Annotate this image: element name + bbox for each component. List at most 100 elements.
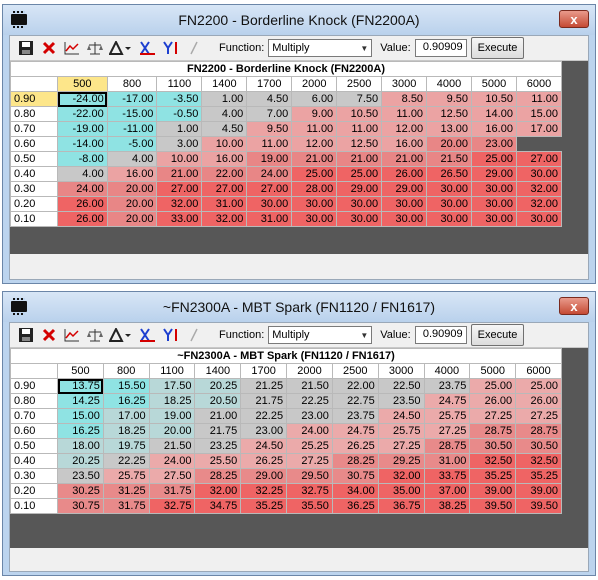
column-header[interactable]: 5000 bbox=[471, 76, 517, 92]
table-cell[interactable]: 30.00 bbox=[336, 196, 383, 212]
table-cell[interactable]: 29.50 bbox=[286, 468, 333, 484]
table-cell[interactable]: 25.25 bbox=[286, 438, 333, 454]
table-cell[interactable]: 27.00 bbox=[156, 181, 203, 197]
table-cell[interactable]: 36.25 bbox=[331, 498, 379, 514]
row-header[interactable]: 0.70 bbox=[10, 408, 58, 424]
table-cell[interactable]: 27.25 bbox=[515, 408, 562, 424]
table-cell[interactable]: 32.00 bbox=[515, 196, 563, 212]
table-cell[interactable]: -24.00 bbox=[57, 91, 108, 107]
table-cell[interactable]: 20.00 bbox=[106, 211, 158, 227]
table-cell[interactable]: 12.50 bbox=[426, 106, 472, 122]
table-cell[interactable]: 35.25 bbox=[469, 468, 517, 484]
table-cell[interactable]: 22.50 bbox=[377, 378, 425, 394]
table-cell[interactable]: 30.00 bbox=[426, 196, 472, 212]
table-cell[interactable]: 37.00 bbox=[423, 483, 471, 499]
table-cell[interactable]: 20.00 bbox=[106, 196, 158, 212]
table-cell[interactable]: 4.50 bbox=[201, 121, 248, 137]
table-cell[interactable]: 29.00 bbox=[471, 166, 517, 182]
save-icon[interactable] bbox=[16, 326, 35, 345]
title-bar[interactable]: ~FN2300A - MBT Spark (FN1120 / FN1617) x bbox=[3, 292, 595, 322]
table-cell[interactable]: -11.00 bbox=[106, 121, 158, 137]
table-cell[interactable]: 29.00 bbox=[336, 181, 383, 197]
table-cell[interactable]: 4.00 bbox=[201, 106, 248, 122]
table-cell[interactable]: 10.00 bbox=[201, 136, 248, 152]
close-button[interactable]: x bbox=[559, 297, 589, 315]
table-cell[interactable]: 31.00 bbox=[423, 453, 471, 469]
execute-button[interactable]: Execute bbox=[470, 37, 525, 59]
table-cell[interactable]: 21.00 bbox=[291, 151, 338, 167]
table-cell[interactable]: 29.00 bbox=[381, 181, 428, 197]
table-cell[interactable]: 23.00 bbox=[240, 423, 288, 439]
row-header[interactable]: 0.50 bbox=[10, 151, 58, 167]
table-cell[interactable]: 30.00 bbox=[381, 196, 428, 212]
column-header[interactable]: 2000 bbox=[286, 363, 333, 379]
table-cell[interactable]: 23.25 bbox=[194, 438, 242, 454]
table-cell[interactable]: -0.50 bbox=[156, 106, 203, 122]
table-cell[interactable]: 31.25 bbox=[102, 483, 150, 499]
table-cell[interactable]: 22.25 bbox=[240, 408, 288, 424]
table-cell[interactable]: 39.50 bbox=[515, 498, 562, 514]
row-header[interactable]: 0.40 bbox=[10, 166, 58, 182]
table-cell[interactable]: 28.75 bbox=[469, 423, 517, 439]
table-cell[interactable]: 23.00 bbox=[471, 136, 517, 152]
table-cell[interactable]: 16.00 bbox=[201, 151, 248, 167]
table-cell[interactable]: 27.25 bbox=[423, 423, 471, 439]
table-cell[interactable]: 21.00 bbox=[336, 151, 383, 167]
column-header[interactable]: 1700 bbox=[246, 76, 293, 92]
table-cell[interactable]: 14.00 bbox=[471, 106, 517, 122]
table-cell[interactable]: 32.00 bbox=[201, 211, 248, 227]
x-axis-icon[interactable] bbox=[138, 326, 157, 345]
row-header[interactable]: 0.20 bbox=[10, 196, 58, 212]
table-cell[interactable]: 28.25 bbox=[331, 453, 379, 469]
table-cell[interactable]: -19.00 bbox=[57, 121, 108, 137]
table-cell[interactable]: -3.50 bbox=[156, 91, 203, 107]
row-header[interactable]: 0.60 bbox=[10, 136, 58, 152]
column-header[interactable]: 6000 bbox=[515, 363, 562, 379]
table-cell[interactable]: 25.00 bbox=[471, 151, 517, 167]
table-cell[interactable]: 24.00 bbox=[246, 166, 293, 182]
table-cell[interactable]: 29.25 bbox=[377, 453, 425, 469]
table-cell[interactable]: 24.75 bbox=[331, 423, 379, 439]
table-cell[interactable]: 12.00 bbox=[291, 136, 338, 152]
table-cell[interactable]: 9.50 bbox=[246, 121, 293, 137]
table-cell[interactable]: 32.75 bbox=[286, 483, 333, 499]
table-cell[interactable]: 16.00 bbox=[106, 166, 158, 182]
table-cell[interactable]: 32.50 bbox=[515, 453, 562, 469]
table-cell[interactable]: 27.00 bbox=[201, 181, 248, 197]
function-select[interactable]: Multiply ▼ bbox=[268, 326, 373, 344]
row-header[interactable]: 0.70 bbox=[10, 121, 58, 137]
row-header[interactable]: 0.10 bbox=[10, 211, 58, 227]
column-header[interactable]: 1100 bbox=[156, 76, 203, 92]
table-cell[interactable]: 10.50 bbox=[336, 106, 383, 122]
table-cell[interactable]: 15.00 bbox=[515, 106, 563, 122]
close-button[interactable]: x bbox=[559, 10, 589, 28]
row-header[interactable]: 0.90 bbox=[10, 378, 58, 394]
table-cell[interactable]: 26.00 bbox=[57, 211, 108, 227]
table-cell[interactable]: 39.50 bbox=[469, 498, 517, 514]
column-header[interactable]: 500 bbox=[57, 76, 108, 92]
pen-icon[interactable] bbox=[184, 326, 203, 345]
table-cell[interactable]: 21.50 bbox=[426, 151, 472, 167]
table-cell[interactable]: 23.50 bbox=[377, 393, 425, 409]
table-cell[interactable]: 7.00 bbox=[246, 106, 293, 122]
row-header[interactable]: 0.30 bbox=[10, 181, 58, 197]
table-cell[interactable]: 15.00 bbox=[57, 408, 104, 424]
table-cell[interactable]: -17.00 bbox=[106, 91, 158, 107]
save-icon[interactable] bbox=[16, 39, 35, 58]
table-cell[interactable]: 20.25 bbox=[194, 378, 242, 394]
table-cell[interactable]: 11.00 bbox=[291, 121, 338, 137]
table-cell[interactable]: 39.00 bbox=[515, 483, 562, 499]
table-cell[interactable]: 30.75 bbox=[331, 468, 379, 484]
table-cell[interactable]: 25.75 bbox=[377, 423, 425, 439]
table-cell[interactable]: 30.00 bbox=[291, 196, 338, 212]
table-cell[interactable]: 12.00 bbox=[381, 121, 428, 137]
table-cell[interactable]: 11.00 bbox=[515, 91, 563, 107]
table-cell[interactable]: 30.00 bbox=[426, 211, 472, 227]
table-cell[interactable]: 20.50 bbox=[194, 393, 242, 409]
column-header[interactable]: 5000 bbox=[469, 363, 517, 379]
table-cell[interactable]: 20.25 bbox=[57, 453, 104, 469]
table-cell[interactable]: 26.25 bbox=[240, 453, 288, 469]
table-cell[interactable]: 27.50 bbox=[148, 468, 196, 484]
table-cell[interactable]: 34.00 bbox=[331, 483, 379, 499]
table-cell[interactable]: -15.00 bbox=[106, 106, 158, 122]
